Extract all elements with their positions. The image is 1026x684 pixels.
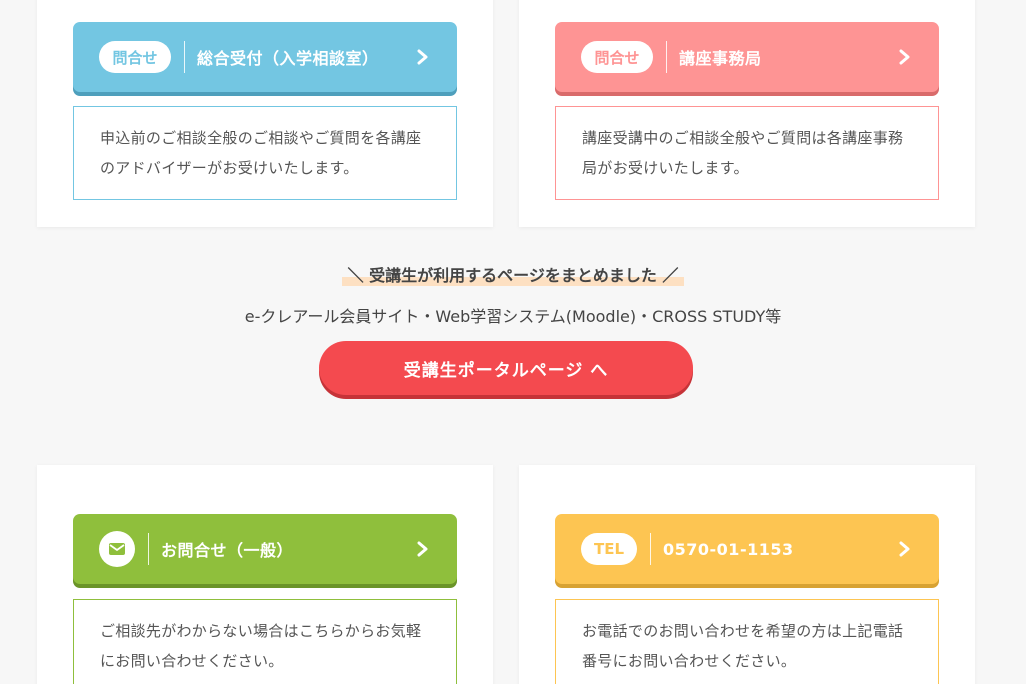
- course-office-button[interactable]: 問合せ 講座事務局: [555, 22, 939, 92]
- separator: [148, 533, 149, 565]
- phone-number: 0570-01-1153: [663, 539, 794, 559]
- portal-subtext: e-クレアール会員サイト・Web学習システム(Moodle)・CROSS STU…: [244, 307, 782, 326]
- portal-heading: ＼ 受講生が利用するページをまとめました ／: [0, 262, 1026, 286]
- tel-badge: TEL: [581, 533, 637, 565]
- chevron-right-icon: [417, 49, 428, 65]
- inquiry-card-general-reception: 問合せ 総合受付（入学相談室） 申込前のご相談全般のご相談やご質問を各講座のアド…: [37, 0, 493, 227]
- separator: [666, 41, 667, 73]
- general-inquiry-button[interactable]: お問合せ（一般）: [73, 514, 457, 584]
- student-portal-button[interactable]: 受講生ポータルページ へ: [319, 341, 693, 395]
- inquiry-badge: 問合せ: [99, 41, 171, 73]
- inquiry-card-telephone: TEL 0570-01-1153 お電話でのお問い合わせを希望の方は上記電話番号…: [519, 465, 975, 684]
- inquiry-card-general: お問合せ（一般） ご相談先がわからない場合はこちらからお気軽にお問い合わせくださ…: [37, 465, 493, 684]
- card-description: 講座受講中のご相談全般やご質問は各講座事務局がお受けいたします。: [555, 106, 939, 200]
- inquiry-card-course-office: 問合せ 講座事務局 講座受講中のご相談全般やご質問は各講座事務局がお受けいたしま…: [519, 0, 975, 227]
- separator: [650, 533, 651, 565]
- separator: [184, 41, 185, 73]
- card-description: お電話でのお問い合わせを希望の方は上記電話番号にお問い合わせください。: [555, 599, 939, 684]
- chevron-right-icon: [899, 49, 910, 65]
- button-label: 講座事務局: [679, 49, 762, 68]
- card-description: 申込前のご相談全般のご相談やご質問を各講座のアドバイザーがお受けいたします。: [73, 106, 457, 200]
- card-description: ご相談先がわからない場合はこちらからお気軽にお問い合わせください。: [73, 599, 457, 684]
- button-label: 総合受付（入学相談室）: [197, 49, 379, 68]
- mail-icon: [99, 531, 135, 567]
- inquiry-badge: 問合せ: [581, 41, 653, 73]
- chevron-right-icon: [417, 541, 428, 557]
- general-reception-button[interactable]: 問合せ 総合受付（入学相談室）: [73, 22, 457, 92]
- button-label: お問合せ（一般）: [161, 541, 294, 560]
- telephone-button[interactable]: TEL 0570-01-1153: [555, 514, 939, 584]
- chevron-right-icon: [899, 541, 910, 557]
